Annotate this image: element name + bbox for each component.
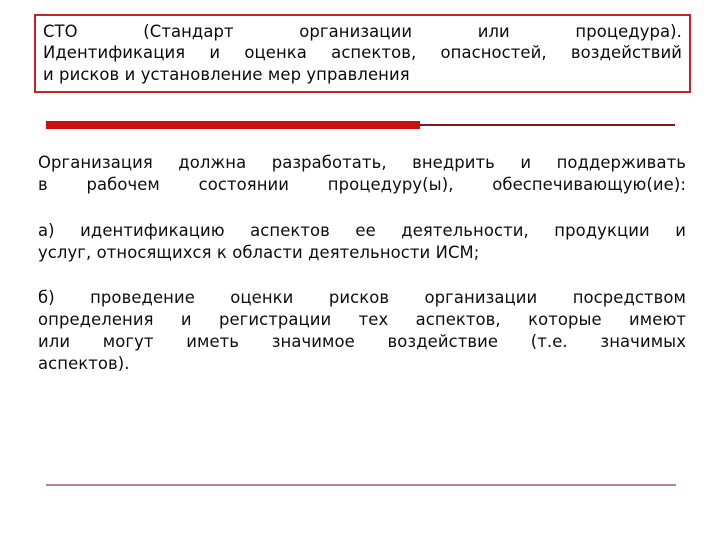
title-line-2: Идентификация и оценка аспектов, опаснос… [43, 43, 682, 63]
body-content: Организация должна разработать, внедрить… [38, 152, 686, 376]
title-line-1: CTO (Стандарт организации или процедура)… [43, 22, 682, 41]
paragraph-item-b: б) проведение оценки рисков организации … [38, 287, 686, 375]
paragraph-line: Организация должна разработать, внедрить… [38, 153, 686, 172]
footer-divider [46, 484, 676, 486]
paragraph-line: в рабочем состоянии процедуру(ы), обеспе… [38, 175, 686, 195]
paragraph-item-a: а) идентификацию аспектов ее деятельност… [38, 220, 686, 264]
paragraph-line: б) проведение оценки рисков организации … [38, 288, 686, 308]
slide-canvas: CTO (Стандарт организации или процедура)… [0, 0, 720, 540]
paragraph-line: определения и регистрации тех аспектов, … [38, 310, 686, 330]
paragraph-line: услуг, относящихся к области деятельност… [38, 243, 480, 263]
paragraph-line: или могут иметь значимое воздействие (т.… [38, 332, 686, 352]
paragraph-intro: Организация должна разработать, внедрить… [38, 152, 686, 196]
title-line-3: и рисков и установление мер управления [43, 64, 410, 84]
slide-title: CTO (Стандарт организации или процедура)… [43, 21, 682, 85]
title-divider [46, 121, 675, 129]
paragraph-line: а) идентификацию аспектов ее деятельност… [38, 221, 686, 241]
divider-thick-bar [46, 121, 420, 129]
title-box: CTO (Стандарт организации или процедура)… [34, 14, 691, 94]
paragraph-line: аспектов). [38, 354, 130, 374]
